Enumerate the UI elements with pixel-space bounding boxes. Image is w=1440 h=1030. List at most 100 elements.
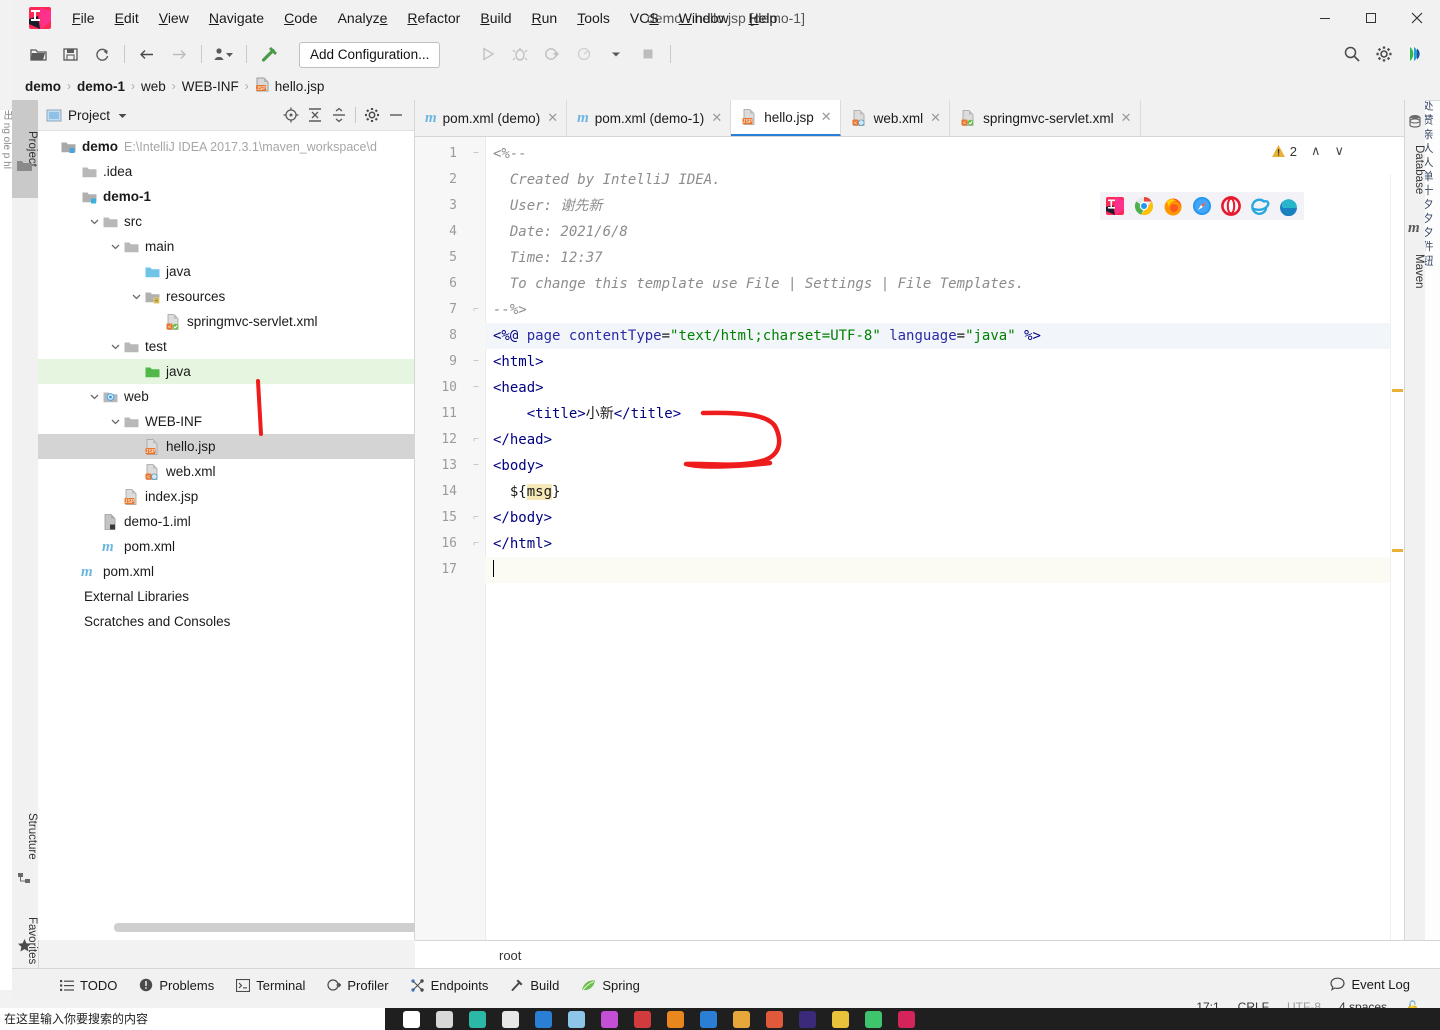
- tree-row-demo[interactable]: demo E:\IntelliJ IDEA 2017.3.1\maven_work…: [38, 134, 414, 159]
- code-fold-marker[interactable]: ⌐: [470, 531, 482, 557]
- editor-tab-hello-jsp[interactable]: JSP hello.jsp ✕: [731, 100, 841, 136]
- tree-row-pom-xml[interactable]: m pom.xml: [38, 559, 414, 584]
- taskbar-app-icon[interactable]: [865, 1010, 882, 1028]
- editor-tab-web-xml[interactable]: < web.xml ✕: [840, 100, 951, 136]
- firefox-icon[interactable]: [1163, 196, 1183, 216]
- bottom-tool-profiler[interactable]: Profiler: [327, 978, 389, 993]
- update-project-icon[interactable]: [210, 40, 238, 68]
- project-tree[interactable]: demo E:\IntelliJ IDEA 2017.3.1\maven_work…: [38, 131, 414, 919]
- breadcrumb-item-0[interactable]: demo: [22, 79, 64, 94]
- menu-view[interactable]: View: [149, 0, 199, 36]
- sidebar-item-maven[interactable]: Maven: [1405, 242, 1425, 300]
- inspection-status[interactable]: 2 ∧ ∨: [1271, 143, 1344, 159]
- taskbar-app-icon[interactable]: [601, 1010, 618, 1028]
- sidebar-item-structure[interactable]: Structure: [12, 790, 38, 882]
- sync-refresh-icon[interactable]: [88, 40, 116, 68]
- menu-analyze[interactable]: Analyze: [328, 0, 398, 36]
- tree-row-java[interactable]: java: [38, 259, 414, 284]
- code-line-16[interactable]: </html>: [493, 531, 552, 557]
- back-arrow-icon[interactable]: [133, 40, 161, 68]
- edge-icon[interactable]: [1279, 196, 1299, 217]
- bottom-tool-terminal[interactable]: Terminal: [236, 978, 305, 993]
- menu-run[interactable]: Run: [522, 0, 568, 36]
- taskbar-app-icon[interactable]: [403, 1010, 420, 1028]
- project-tree-horizontal-scrollbar[interactable]: [114, 923, 424, 932]
- taskbar-app-icon[interactable]: [469, 1010, 486, 1028]
- breadcrumb-item-2[interactable]: web: [138, 79, 169, 94]
- taskbar-app-icon[interactable]: [799, 1010, 816, 1028]
- next-problem-icon[interactable]: ∨: [1334, 143, 1344, 159]
- code-fold-marker[interactable]: ⌐: [470, 505, 482, 531]
- code-line-10[interactable]: <head>: [493, 375, 544, 401]
- code-fold-marker[interactable]: −: [470, 453, 482, 479]
- close-icon[interactable]: ✕: [711, 110, 722, 126]
- sidebar-item-project[interactable]: Project: [12, 100, 38, 198]
- tree-row-hello-jsp[interactable]: JSP hello.jsp: [38, 434, 414, 459]
- settings-gear-icon[interactable]: [360, 103, 384, 127]
- tree-row-springmvc-servlet-xml[interactable]: < springmvc-servlet.xml: [38, 309, 414, 334]
- bottom-tool-todo[interactable]: TODO: [60, 978, 117, 993]
- tree-row-index-jsp[interactable]: JSP index.jsp: [38, 484, 414, 509]
- browser-popup[interactable]: [1100, 192, 1304, 220]
- code-line-11[interactable]: <title>小新</title>: [493, 401, 681, 427]
- chevron-down-icon[interactable]: [88, 390, 102, 404]
- code-line-13[interactable]: <body>: [493, 453, 544, 479]
- bottom-tool-build[interactable]: Build: [510, 978, 559, 993]
- code-line-2[interactable]: Created by IntelliJ IDEA.: [493, 167, 721, 193]
- code-line-1[interactable]: <%--: [493, 141, 527, 167]
- tree-row-demo-1-iml[interactable]: demo-1.iml: [38, 509, 414, 534]
- chevron-down-icon[interactable]: [88, 215, 102, 229]
- code-fold-marker[interactable]: −: [470, 141, 482, 167]
- tree-row--idea[interactable]: .idea: [38, 159, 414, 184]
- windows-search-box[interactable]: 在这里输入你要搜索的内容: [0, 1008, 389, 1030]
- editor-gutter[interactable]: 1−2 3 4 5 6 7 ⌐ 8 9−10−11 12 ⌐ 13−14 15 ⌐ 16 ⌐ 17: [415, 137, 486, 940]
- error-stripe-marks[interactable]: [1390, 174, 1404, 977]
- taskbar-app-icon[interactable]: [667, 1010, 684, 1028]
- code-fold-marker[interactable]: ⌐: [470, 427, 482, 453]
- code-line-14[interactable]: ${msg}: [493, 479, 560, 505]
- code-line-12[interactable]: </head>: [493, 427, 552, 453]
- taskbar-app-icon[interactable]: [766, 1010, 783, 1028]
- tree-row-web[interactable]: web: [38, 384, 414, 409]
- tree-row-test[interactable]: test: [38, 334, 414, 359]
- tree-row-pom-xml[interactable]: m pom.xml: [38, 534, 414, 559]
- chrome-icon[interactable]: [1134, 196, 1154, 216]
- taskbar-app-icon[interactable]: [535, 1010, 552, 1028]
- event-log-button[interactable]: Event Log: [1330, 968, 1410, 1000]
- code-line-4[interactable]: Date: 2021/6/8: [493, 219, 628, 245]
- collapse-all-icon[interactable]: [327, 103, 351, 127]
- tree-row-main[interactable]: main: [38, 234, 414, 259]
- close-icon[interactable]: ✕: [821, 109, 832, 125]
- bottom-tool-spring[interactable]: Spring: [581, 978, 640, 993]
- chevron-down-icon[interactable]: [130, 290, 144, 304]
- close-icon[interactable]: ✕: [1121, 110, 1132, 126]
- code-fold-marker[interactable]: −: [470, 375, 482, 401]
- code-line-8[interactable]: <%@ page contentType="text/html;charset=…: [485, 323, 1404, 349]
- menu-help[interactable]: Help: [739, 0, 788, 36]
- save-all-icon[interactable]: [56, 40, 84, 68]
- editor-tab-pom-xml-demo-1-[interactable]: m pom.xml (demo-1) ✕: [567, 100, 732, 136]
- close-icon[interactable]: ✕: [930, 110, 941, 126]
- taskbar-app-icon[interactable]: [568, 1010, 585, 1028]
- chevron-down-icon[interactable]: [109, 340, 123, 354]
- stripe-mark-warning[interactable]: [1392, 549, 1403, 552]
- taskbar-app-icon[interactable]: [502, 1010, 519, 1028]
- code-fold-marker[interactable]: ⌐: [470, 297, 482, 323]
- menu-tools[interactable]: Tools: [567, 0, 620, 36]
- close-icon[interactable]: ✕: [547, 110, 558, 126]
- editor-tab-springmvc-servlet-xml[interactable]: < springmvc-servlet.xml ✕: [950, 100, 1141, 136]
- menu-edit[interactable]: Edit: [105, 0, 149, 36]
- code-editor[interactable]: 1−2 3 4 5 6 7 ⌐ 8 9−10−11 12 ⌐ 13−14 15 ⌐ 16 ⌐ 17 <%-- C…: [415, 137, 1404, 977]
- menu-refactor[interactable]: Refactor: [397, 0, 470, 36]
- breadcrumb-item-1[interactable]: demo-1: [74, 79, 128, 94]
- tree-row-src[interactable]: src: [38, 209, 414, 234]
- maximize-button[interactable]: [1348, 0, 1394, 36]
- bottom-tool-endpoints[interactable]: Endpoints: [410, 978, 488, 993]
- bottom-tool-problems[interactable]: Problems: [139, 978, 214, 993]
- safari-icon[interactable]: [1192, 196, 1212, 216]
- breadcrumb-item-4[interactable]: JSP hello.jsp: [252, 77, 328, 95]
- menu-vcs[interactable]: VCS: [620, 0, 669, 36]
- code-line-9[interactable]: <html>: [493, 349, 544, 375]
- tree-row-java[interactable]: java: [38, 359, 414, 384]
- settings-gear-icon[interactable]: [1370, 40, 1398, 68]
